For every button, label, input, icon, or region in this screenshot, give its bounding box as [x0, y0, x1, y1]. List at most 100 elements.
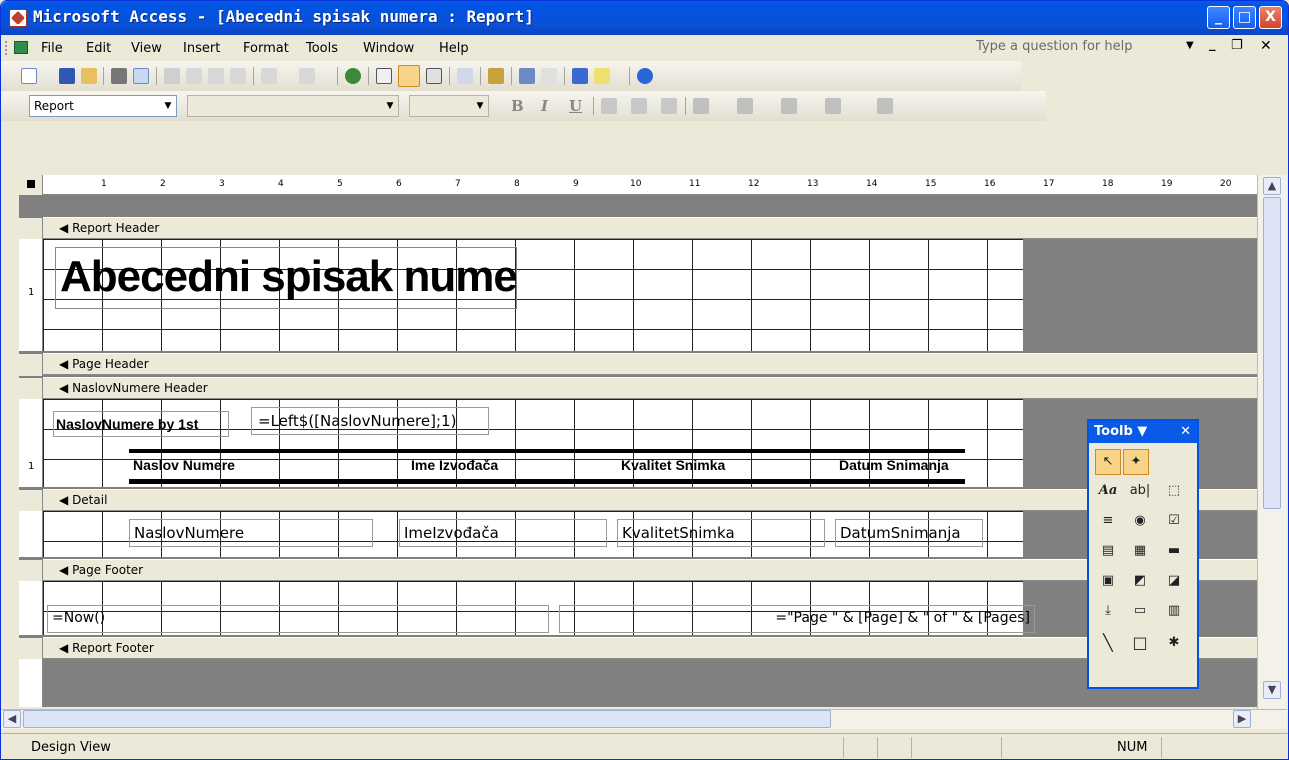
- database-window-icon[interactable]: [572, 68, 588, 84]
- redo-icon[interactable]: [299, 68, 315, 84]
- vertical-scrollbar[interactable]: ▲ ▼: [1257, 175, 1287, 709]
- font-color-icon[interactable]: [737, 98, 753, 114]
- detail-section[interactable]: NaslovNumere ImeIzvođača KvalitetSnimka …: [43, 511, 1257, 557]
- toolbox-title-bar[interactable]: Toolb ▼ ✕: [1089, 421, 1197, 443]
- page-footer-bar[interactable]: ◀ Page Footer: [19, 559, 1257, 582]
- bound-object-tool-icon[interactable]: ◪: [1161, 569, 1187, 595]
- toolbox-palette[interactable]: Toolb ▼ ✕ ↖ ✦ Aa ab| ⬚ ≡ ◉ ☑ ▤ ▦ ▬ ▣ ◩ ◪…: [1087, 419, 1199, 689]
- more-tools-icon[interactable]: ✱: [1161, 631, 1187, 657]
- bold-button[interactable]: B: [511, 97, 524, 115]
- now-expression-textbox[interactable]: =Now(): [47, 605, 549, 633]
- report-header-section[interactable]: Abecedni spisak numera: [43, 239, 1257, 351]
- group-header-bar[interactable]: ◀ NaslovNumere Header: [19, 377, 1257, 400]
- textbox-tool-icon[interactable]: ab|: [1127, 479, 1153, 505]
- print-preview-icon[interactable]: [133, 68, 149, 84]
- col-header-kvalitet-snimka[interactable]: Kvalitet Snimka: [619, 455, 809, 477]
- undo-icon[interactable]: [261, 68, 277, 84]
- combobox-tool-icon[interactable]: ▤: [1095, 539, 1121, 565]
- close-button[interactable]: X: [1259, 6, 1282, 29]
- page-footer-section[interactable]: =Now() ="Page " & [Page] & " of " & [Pag…: [43, 581, 1257, 635]
- image-tool-icon[interactable]: ▣: [1095, 569, 1121, 595]
- rectangle-tool-icon[interactable]: □: [1127, 631, 1153, 657]
- hyperlink-icon[interactable]: [345, 68, 361, 84]
- help-icon[interactable]: [637, 68, 653, 84]
- report-header-bar[interactable]: ◀ Report Header: [19, 217, 1257, 240]
- print-icon[interactable]: [111, 68, 127, 84]
- report-footer-bar[interactable]: ◀ Report Footer: [19, 637, 1257, 660]
- save-icon[interactable]: [59, 68, 75, 84]
- menu-file[interactable]: File: [41, 41, 63, 56]
- font-combo[interactable]: ▼: [187, 95, 399, 117]
- pointer-tool-icon[interactable]: ↖: [1095, 449, 1121, 475]
- align-center-icon[interactable]: [631, 98, 647, 114]
- field-kvalitet-snimka[interactable]: KvalitetSnimka: [617, 519, 825, 547]
- line-width-icon[interactable]: [825, 98, 841, 114]
- page-header-bar[interactable]: ◀ Page Header: [19, 353, 1257, 376]
- help-dropdown-icon[interactable]: ▼: [1186, 40, 1194, 51]
- menu-format[interactable]: Format: [243, 41, 289, 56]
- align-left-icon[interactable]: [601, 98, 617, 114]
- format-painter-icon[interactable]: [230, 68, 246, 84]
- toggle-tool-icon[interactable]: ≡: [1095, 509, 1121, 535]
- menu-help[interactable]: Help: [439, 41, 469, 56]
- menu-insert[interactable]: Insert: [183, 41, 220, 56]
- fill-color-icon[interactable]: [693, 98, 709, 114]
- special-effect-icon[interactable]: [877, 98, 893, 114]
- group-header-section[interactable]: NaslovNumere by 1st =Left$([NaslovNumere…: [43, 399, 1257, 487]
- menu-tools[interactable]: Tools: [306, 41, 338, 56]
- align-right-icon[interactable]: [661, 98, 677, 114]
- toolbox-menu-icon[interactable]: ▼: [1137, 424, 1147, 439]
- unbound-object-tool-icon[interactable]: ◩: [1127, 569, 1153, 595]
- scroll-up-icon[interactable]: ▲: [1263, 177, 1281, 195]
- build-icon[interactable]: [541, 68, 557, 84]
- menu-view[interactable]: View: [131, 41, 162, 56]
- scroll-down-icon[interactable]: ▼: [1263, 681, 1281, 699]
- horizontal-scroll-thumb[interactable]: [23, 710, 831, 728]
- help-search-input[interactable]: Type a question for help: [976, 39, 1133, 54]
- group-by-label[interactable]: NaslovNumere by 1st: [53, 411, 229, 437]
- header-bottom-line[interactable]: [129, 479, 965, 484]
- vertical-scroll-thumb[interactable]: [1263, 197, 1281, 509]
- sorting-grouping-icon[interactable]: [426, 68, 442, 84]
- properties-icon[interactable]: [519, 68, 535, 84]
- font-size-combo[interactable]: ▼: [409, 95, 489, 117]
- field-ime-izvodjaca[interactable]: ImeIzvođača: [399, 519, 607, 547]
- new-object-icon[interactable]: [594, 68, 610, 84]
- field-naslov-numere[interactable]: NaslovNumere: [129, 519, 373, 547]
- copy-icon[interactable]: [186, 68, 202, 84]
- cut-icon[interactable]: [164, 68, 180, 84]
- field-datum-snimanja[interactable]: DatumSnimanja: [835, 519, 983, 547]
- scroll-right-icon[interactable]: ▶: [1233, 710, 1251, 728]
- underline-button[interactable]: U: [569, 97, 582, 115]
- report-title-label[interactable]: Abecedni spisak numera: [55, 247, 517, 309]
- field-list-icon[interactable]: [376, 68, 392, 84]
- menu-window[interactable]: Window: [363, 41, 414, 56]
- line-tool-icon[interactable]: ╲: [1095, 631, 1121, 657]
- checkbox-tool-icon[interactable]: ☑: [1161, 509, 1187, 535]
- detail-bar[interactable]: ◀ Detail: [19, 489, 1257, 512]
- header-top-line[interactable]: [129, 449, 965, 453]
- doc-close-icon[interactable]: ✕: [1260, 38, 1272, 54]
- scroll-left-icon[interactable]: ◀: [3, 710, 21, 728]
- view-icon[interactable]: [21, 68, 37, 84]
- toolbox-toggle-icon[interactable]: [398, 65, 420, 87]
- option-tool-icon[interactable]: ◉: [1127, 509, 1153, 535]
- menu-edit[interactable]: Edit: [86, 41, 111, 56]
- object-combo[interactable]: Report ▼: [29, 95, 177, 117]
- access-app-icon[interactable]: [9, 9, 27, 27]
- subform-tool-icon[interactable]: ▥: [1161, 599, 1187, 625]
- doc-minimize-icon[interactable]: _: [1209, 37, 1216, 52]
- col-header-naslov-numere[interactable]: Naslov Numere: [131, 455, 311, 477]
- optiongroup-tool-icon[interactable]: ⬚: [1161, 479, 1187, 505]
- col-header-ime-izvodjaca[interactable]: Ime Izvođača: [409, 455, 609, 477]
- paste-icon[interactable]: [208, 68, 224, 84]
- doc-restore-icon[interactable]: ❐: [1231, 38, 1243, 53]
- italic-button[interactable]: I: [541, 97, 548, 115]
- group-expression-textbox[interactable]: =Left$([NaslovNumere];1): [251, 407, 489, 435]
- tabcontrol-tool-icon[interactable]: ▭: [1127, 599, 1153, 625]
- minimize-button[interactable]: _: [1207, 6, 1230, 29]
- col-header-datum-snimanja[interactable]: Datum Snimanja: [837, 455, 967, 477]
- line-color-icon[interactable]: [781, 98, 797, 114]
- commandbutton-tool-icon[interactable]: ▬: [1161, 539, 1187, 565]
- autoformat-icon[interactable]: [457, 68, 473, 84]
